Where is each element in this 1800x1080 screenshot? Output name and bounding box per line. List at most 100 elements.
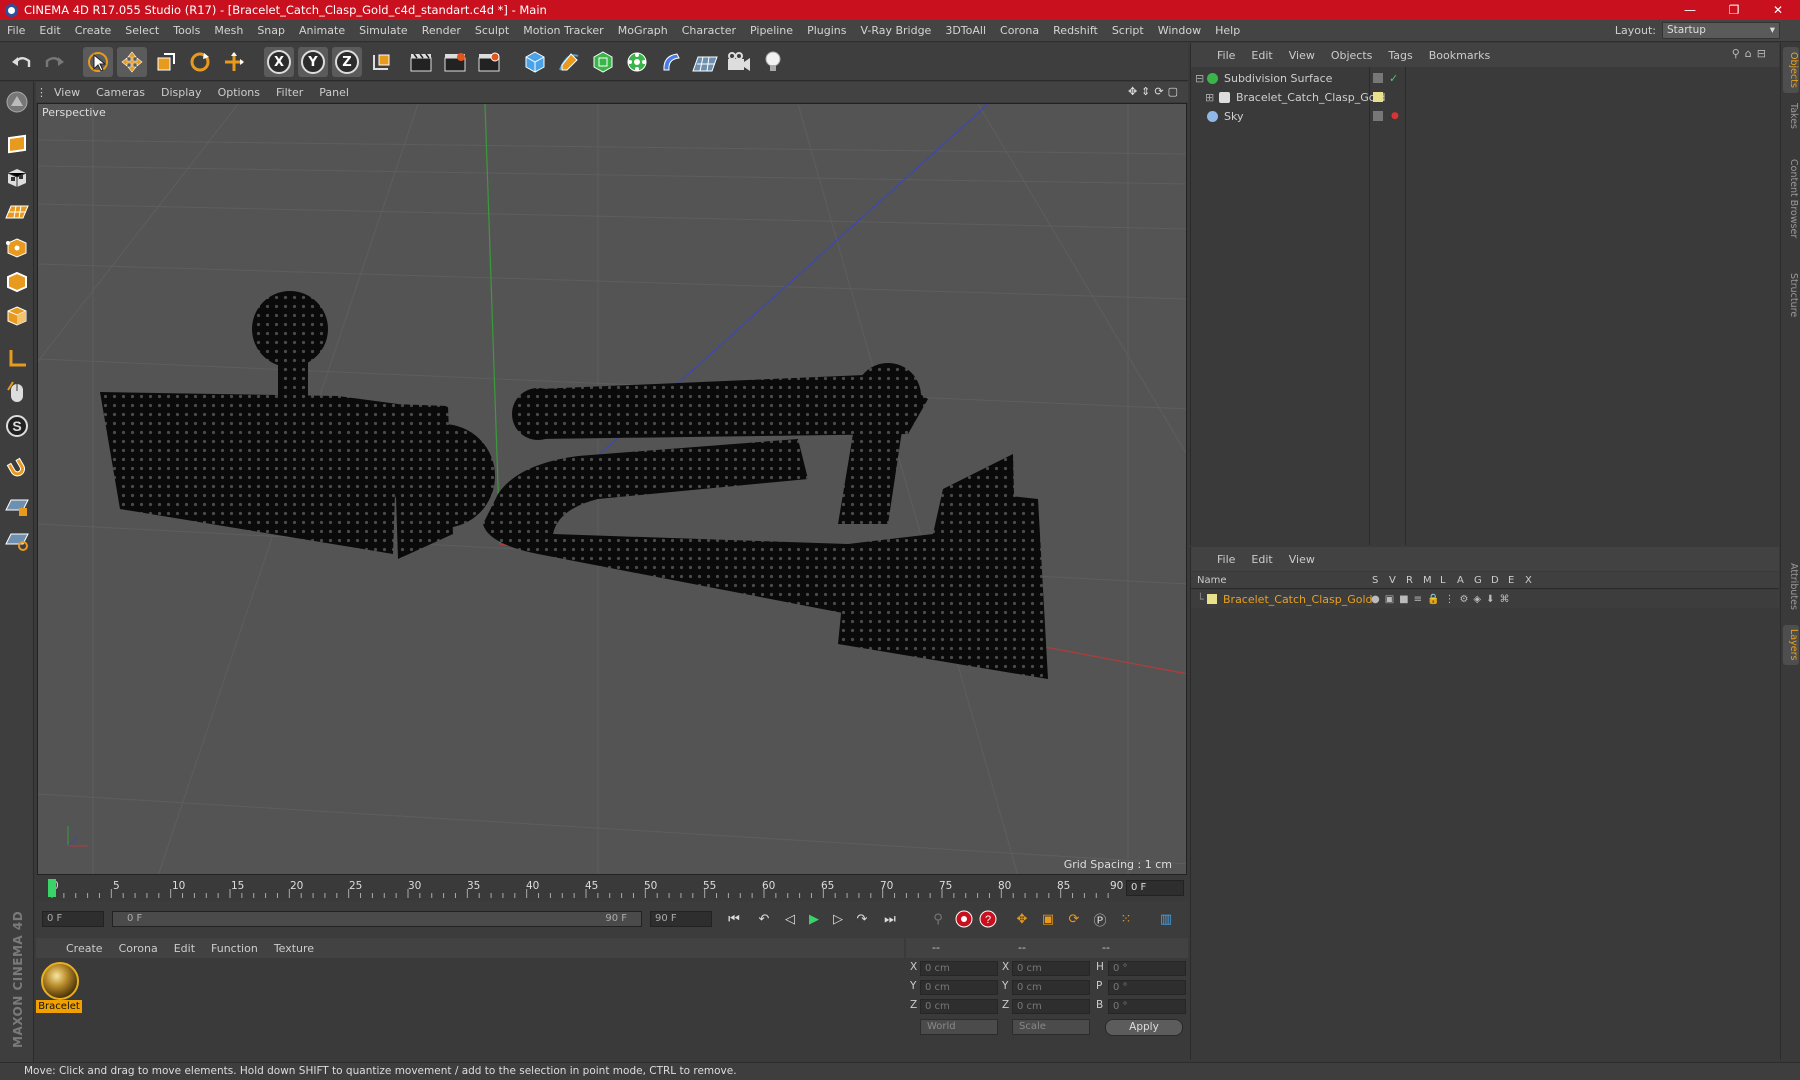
undo-button[interactable] (6, 47, 36, 77)
layer-swatch[interactable] (1373, 73, 1383, 83)
add-environment-button[interactable] (690, 47, 720, 77)
viewport-nav-icons[interactable]: ✥⇕⟳▢ (1128, 85, 1182, 98)
col-xref[interactable]: X (1525, 575, 1532, 586)
add-camera-button[interactable] (724, 47, 754, 77)
end-frame-field[interactable]: 90 F (650, 911, 712, 927)
collapse-toggle-icon[interactable]: ⊟ (1191, 72, 1207, 85)
objects-menu-bookmarks[interactable]: Bookmarks (1421, 49, 1498, 62)
scale-tool-button[interactable] (151, 47, 181, 77)
menu-file[interactable]: File (0, 24, 32, 37)
x-axis-lock-button[interactable]: X (264, 47, 294, 77)
material-menu-edit[interactable]: Edit (166, 942, 203, 955)
coordinate-system-button[interactable] (366, 47, 396, 77)
objects-menu-edit[interactable]: Edit (1243, 49, 1280, 62)
play-button[interactable]: ▶ (802, 907, 826, 931)
material-menu-function[interactable]: Function (203, 942, 266, 955)
viewport-menu-view[interactable]: View (46, 86, 88, 99)
menu-redshift[interactable]: Redshift (1046, 24, 1105, 37)
object-manager-search-home-icons[interactable]: ⚲⌂⊟ (1732, 47, 1771, 60)
add-deformer-button[interactable] (656, 47, 686, 77)
close-button[interactable]: ✕ (1756, 0, 1800, 20)
3d-viewport[interactable]: Perspective Grid Spacing : 1 cm (37, 103, 1187, 875)
col-expressions[interactable]: E (1508, 575, 1514, 586)
add-spline-button[interactable] (554, 47, 584, 77)
object-row-sky[interactable]: Sky ● (1191, 107, 1779, 125)
menu-tools[interactable]: Tools (166, 24, 207, 37)
keyframe-selection-button[interactable]: ? (976, 907, 1000, 931)
minimize-button[interactable]: — (1668, 0, 1712, 20)
menu-pipeline[interactable]: Pipeline (743, 24, 800, 37)
viewport-menu-display[interactable]: Display (153, 86, 210, 99)
frame-range-slider[interactable]: 0 F 90 F (112, 911, 642, 927)
viewport-menu-filter[interactable]: Filter (268, 86, 311, 99)
menu-mesh[interactable]: Mesh (207, 24, 250, 37)
col-animation[interactable]: A (1457, 575, 1464, 586)
move-tool-button[interactable] (117, 47, 147, 77)
viewport-camera-label[interactable]: Perspective (42, 106, 106, 119)
menu-plugins[interactable]: Plugins (800, 24, 853, 37)
key-rotation-button[interactable]: ⟳ (1062, 907, 1086, 931)
col-generators[interactable]: G (1474, 575, 1482, 586)
key-scale-button[interactable]: ▣ (1036, 907, 1060, 931)
menu-vray-bridge[interactable]: V-Ray Bridge (853, 24, 938, 37)
material-menu-create[interactable]: Create (58, 942, 111, 955)
size-z-field[interactable]: 0 cm (1012, 999, 1090, 1014)
col-locked[interactable]: L (1440, 575, 1446, 586)
redo-button[interactable] (40, 47, 70, 77)
layout-select[interactable]: Startup (1662, 22, 1780, 39)
layer-color-swatch[interactable] (1207, 594, 1217, 604)
menu-help[interactable]: Help (1208, 24, 1247, 37)
menu-script[interactable]: Script (1105, 24, 1151, 37)
menu-edit[interactable]: Edit (32, 24, 67, 37)
key-parameter-button[interactable]: Ⓟ (1088, 907, 1112, 931)
previous-key-button[interactable]: ↶ (752, 907, 776, 931)
col-solo[interactable]: S (1372, 575, 1378, 586)
layer-name[interactable]: Bracelet_Catch_Clasp_Gold (1223, 593, 1373, 606)
render-settings-button[interactable] (474, 47, 504, 77)
magnet-tool-button[interactable] (3, 454, 31, 482)
add-light-button[interactable] (758, 47, 788, 77)
transform-tool-button[interactable] (219, 47, 249, 77)
menu-sculpt[interactable]: Sculpt (468, 24, 516, 37)
y-axis-lock-button[interactable]: Y (298, 47, 328, 77)
next-frame-button[interactable]: ▷ (826, 907, 850, 931)
col-name[interactable]: Name (1197, 575, 1227, 586)
apply-button[interactable]: Apply (1105, 1019, 1183, 1036)
viewport-menu-cameras[interactable]: Cameras (88, 86, 153, 99)
viewport-menu-panel[interactable]: Panel (311, 86, 357, 99)
add-generator-button[interactable] (588, 47, 618, 77)
col-view[interactable]: V (1389, 575, 1396, 586)
maximize-button[interactable]: ❐ (1712, 0, 1756, 20)
material-menu-texture[interactable]: Texture (266, 942, 322, 955)
timeline-window-button[interactable]: ▥ (1154, 907, 1178, 931)
z-axis-lock-button[interactable]: Z (332, 47, 362, 77)
tab-structure[interactable]: Structure (1783, 265, 1799, 325)
key-position-button[interactable]: ✥ (1010, 907, 1034, 931)
layer-swatch[interactable] (1373, 111, 1383, 121)
previous-frame-button[interactable]: ◁ (778, 907, 802, 931)
tab-takes[interactable]: Takes (1783, 99, 1799, 133)
menu-animate[interactable]: Animate (292, 24, 352, 37)
size-x-field[interactable]: 0 cm (1012, 961, 1090, 976)
gold-material-swatch[interactable] (41, 962, 79, 1000)
size-mode-dropdown[interactable]: Scale (1012, 1019, 1090, 1035)
layer-row[interactable]: └ Bracelet_Catch_Clasp_Gold ●▣■≡🔒⋮⚙◈⬇⌘ (1191, 590, 1779, 608)
axis-mode-button[interactable] (3, 344, 31, 372)
menu-motion-tracker[interactable]: Motion Tracker (516, 24, 610, 37)
enabled-check-icon[interactable]: ✓ (1389, 72, 1398, 85)
polygons-mode-button[interactable] (3, 302, 31, 330)
add-array-button[interactable] (622, 47, 652, 77)
menu-create[interactable]: Create (68, 24, 119, 37)
menu-mograph[interactable]: MoGraph (611, 24, 675, 37)
go-to-start-button[interactable]: ⏮ (722, 907, 746, 931)
viewport-menu-options[interactable]: Options (210, 86, 268, 99)
points-mode-button[interactable] (3, 234, 31, 262)
visibility-dot-icon[interactable]: ● (1391, 111, 1399, 121)
next-key-button[interactable]: ↷ (850, 907, 874, 931)
col-deformers[interactable]: D (1491, 575, 1499, 586)
go-to-end-button[interactable]: ⏭ (878, 907, 902, 931)
model-mode-button[interactable] (3, 130, 31, 158)
menu-corona[interactable]: Corona (993, 24, 1046, 37)
objects-menu-file[interactable]: File (1209, 49, 1243, 62)
tweak-mode-button[interactable] (3, 378, 31, 406)
